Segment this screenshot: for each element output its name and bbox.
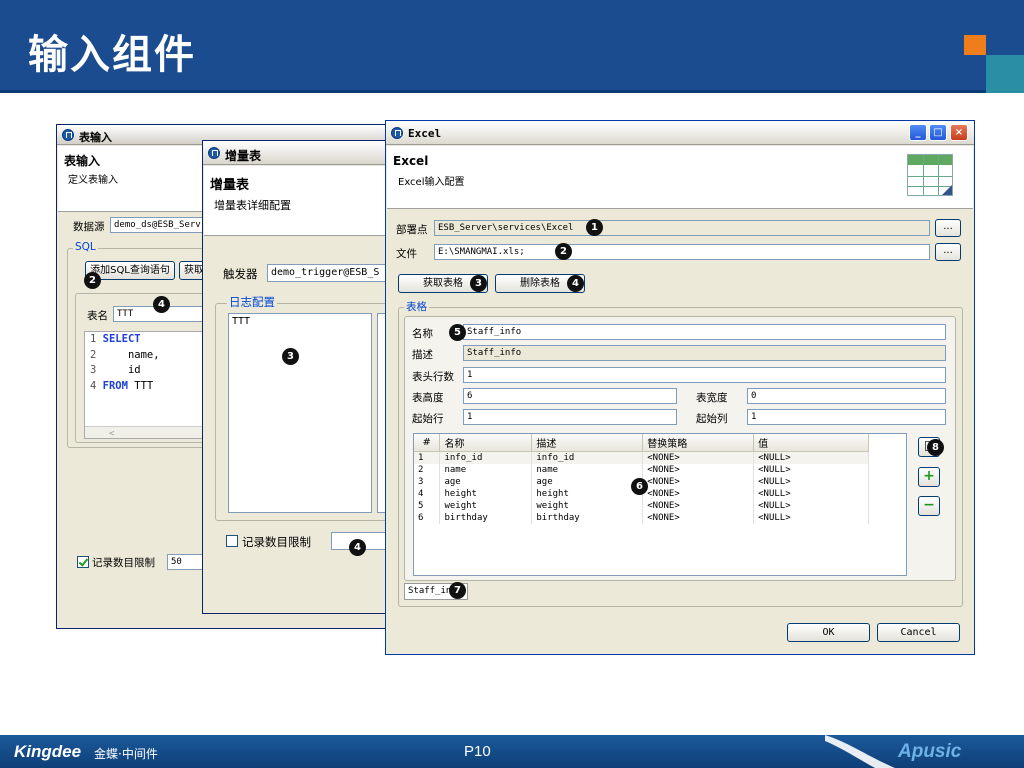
datasource-field[interactable]: demo_ds@ESB_Serv xyxy=(110,217,210,233)
ok-button[interactable]: OK xyxy=(787,623,870,642)
badge-1: 1 xyxy=(586,219,603,236)
file-browse-button[interactable]: ... xyxy=(935,243,961,261)
badge-7: 7 xyxy=(449,582,466,599)
badge-4: 4 xyxy=(567,275,584,292)
deploy-field[interactable]: ESB_Server\services\Excel xyxy=(434,220,930,236)
header-description: Excel输入配置 xyxy=(398,177,465,188)
badge-3: 3 xyxy=(282,348,299,365)
minus-icon: − xyxy=(923,497,935,513)
sql-editor[interactable]: 1 SELECT 2 name, 3 id 4 FROM TTT < xyxy=(84,331,204,439)
record-limit-label: 记录数目限制 xyxy=(242,535,311,549)
kingdee-logo: Kingdee xyxy=(14,742,82,761)
title-bar: 增量表 xyxy=(203,141,391,165)
badge-5: 5 xyxy=(449,324,466,341)
start-col-label: 起始列 xyxy=(696,413,728,425)
page-number: P10 xyxy=(464,743,491,760)
window-title: 增量表 xyxy=(225,149,262,163)
kingdee-subtitle: 金蝶·中间件 xyxy=(94,747,158,761)
log-text-area[interactable]: TTT xyxy=(228,313,372,513)
swoosh-decoration xyxy=(825,735,895,768)
start-row-field[interactable]: 1 xyxy=(463,409,677,425)
trigger-label: 触发器 xyxy=(223,267,258,281)
app-icon xyxy=(391,127,403,139)
record-limit-checkbox[interactable] xyxy=(77,556,89,568)
code-line: 3 id xyxy=(90,364,141,376)
file-label: 文件 xyxy=(396,248,417,260)
plus-icon: + xyxy=(923,468,935,484)
app-icon xyxy=(62,129,74,141)
start-col-field[interactable]: 1 xyxy=(747,409,946,425)
sql-group-label: SQL xyxy=(73,241,98,253)
code-line: 2 name, xyxy=(90,348,160,361)
title-bar: Excel _ □ × xyxy=(386,121,974,145)
column-header[interactable]: 名称 xyxy=(439,434,533,452)
log-config-group-label: 日志配置 xyxy=(227,294,277,310)
cancel-button[interactable]: Cancel xyxy=(877,623,960,642)
header-title: 增量表 xyxy=(210,178,250,193)
slide-footer: Kingdee 金蝶·中间件 P10 Apusic xyxy=(0,735,1024,768)
record-limit-label: 记录数目限制 xyxy=(92,557,155,569)
orange-square-decoration xyxy=(964,35,986,55)
table-row[interactable]: 1 info_id info_id <NONE> <NULL> xyxy=(414,451,869,464)
header-title: Excel xyxy=(393,154,429,168)
sheet-width-field[interactable]: 0 xyxy=(747,388,946,404)
column-header[interactable]: # xyxy=(414,434,441,452)
record-limit-checkbox[interactable] xyxy=(226,535,238,547)
description-label: 描述 xyxy=(412,349,433,361)
header-description: 增量表详细配置 xyxy=(214,199,291,212)
horizontal-scrollbar[interactable]: < xyxy=(85,426,203,439)
apusic-logo: Apusic xyxy=(898,741,962,762)
badge-8: 8 xyxy=(927,439,944,456)
name-field[interactable]: Staff_info xyxy=(463,324,946,340)
column-header[interactable]: 描述 xyxy=(531,434,644,452)
column-header[interactable]: 值 xyxy=(753,434,869,452)
header-rows-label: 表头行数 xyxy=(412,371,454,383)
badge-2: 2 xyxy=(84,272,101,289)
start-row-label: 起始行 xyxy=(412,413,444,425)
excel-window: Excel _ □ × Excel Excel输入配置 部署点 ESB_Serv… xyxy=(385,120,975,655)
table-row[interactable]: 6 birthday birthday <NONE> <NULL> xyxy=(414,512,869,524)
deploy-label: 部署点 xyxy=(396,224,428,236)
header-panel: Excel Excel输入配置 xyxy=(387,146,973,209)
close-icon[interactable]: × xyxy=(950,124,968,141)
add-column-button[interactable]: + xyxy=(918,467,940,487)
incremental-table-window: 增量表 增量表 增量表详细配置 触发器 demo_trigger@ESB_S 日… xyxy=(202,140,393,614)
sheet-height-field[interactable]: 6 xyxy=(463,388,677,404)
column-header[interactable]: 替换策略 xyxy=(642,434,755,452)
sheet-height-label: 表高度 xyxy=(412,392,444,404)
sheet-width-label: 表宽度 xyxy=(696,392,728,404)
maximize-icon[interactable]: □ xyxy=(929,124,947,141)
badge-6: 6 xyxy=(631,478,648,495)
slide-header: 输入组件 xyxy=(0,0,1024,93)
badge-4: 4 xyxy=(153,296,170,313)
window-title: 表输入 xyxy=(79,131,112,144)
header-description: 定义表输入 xyxy=(68,175,118,186)
table-row[interactable]: 5 weight weight <NONE> <NULL> xyxy=(414,500,869,512)
header-rows-field[interactable]: 1 xyxy=(463,367,946,383)
teal-square-decoration xyxy=(986,55,1024,93)
file-field[interactable]: E:\SMANGMAI.xls; xyxy=(434,244,930,260)
sheet-group-label: 表格 xyxy=(404,299,429,314)
table-name-label: 表名 xyxy=(87,310,108,322)
header-title: 表输入 xyxy=(64,154,101,168)
table-header-row: # 名称 描述 替换策略 值 xyxy=(414,434,869,452)
slide-title: 输入组件 xyxy=(28,32,196,78)
trigger-field[interactable]: demo_trigger@ESB_S xyxy=(267,264,391,282)
badge-2: 2 xyxy=(555,243,572,260)
minimize-icon[interactable]: _ xyxy=(909,124,927,141)
remove-column-button[interactable]: − xyxy=(918,496,940,516)
badge-4: 4 xyxy=(349,539,366,556)
code-line: 4 FROM TTT xyxy=(90,379,154,392)
deploy-browse-button[interactable]: ... xyxy=(935,219,961,237)
name-label: 名称 xyxy=(412,328,433,340)
description-field[interactable]: Staff_info xyxy=(463,345,946,361)
app-icon xyxy=(208,147,220,159)
badge-3: 3 xyxy=(470,275,487,292)
code-line: 1 SELECT xyxy=(90,333,141,345)
header-panel: 增量表 增量表详细配置 xyxy=(204,166,390,236)
table-row[interactable]: 2 name name <NONE> <NULL> xyxy=(414,464,869,476)
spreadsheet-icon xyxy=(907,154,953,196)
window-title: Excel xyxy=(408,127,442,140)
datasource-label: 数据源 xyxy=(73,221,105,233)
